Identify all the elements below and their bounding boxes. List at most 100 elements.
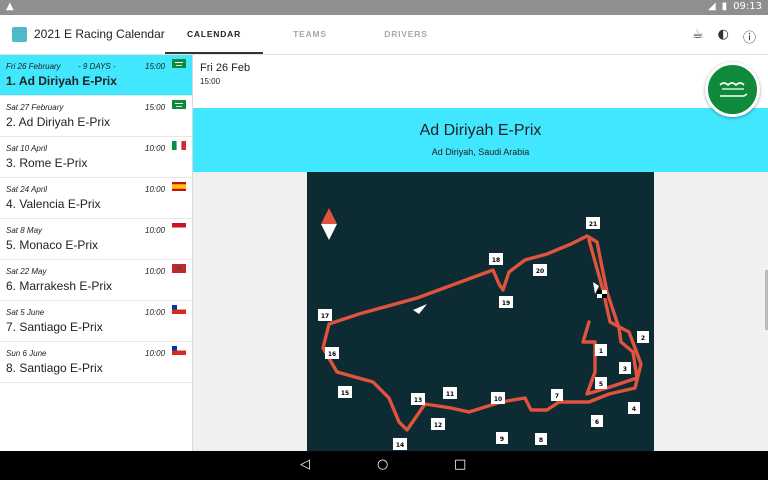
svg-text:17: 17 (321, 313, 329, 320)
status-bar: ▲ ◢ ▮ 09:13 (0, 0, 768, 15)
race-time: 10:00 (145, 308, 166, 317)
status-time: 09:13 (733, 1, 762, 12)
turn-11: 11 (443, 387, 457, 399)
tab-teams[interactable]: TEAMS (261, 29, 359, 39)
race-item-4[interactable]: Sat 24 April 10:00 4. Valencia E-Prix (0, 178, 192, 219)
race-time: 10:00 (145, 226, 166, 235)
race-item-2[interactable]: Sat 27 February 15:00 2. Ad Diriyah E-Pr… (0, 96, 192, 137)
turn-16: 16 (325, 347, 339, 359)
race-item-3[interactable]: Sat 10 April 10:00 3. Rome E-Prix (0, 137, 192, 178)
toolbar-actions: ☕ ◐ ⓘ (692, 27, 756, 46)
svg-text:2: 2 (641, 335, 645, 342)
flag-saudi-arabia-icon (705, 62, 760, 117)
svg-text:8: 8 (539, 437, 543, 444)
tab-calendar[interactable]: CALENDAR (165, 29, 263, 39)
race-item-7[interactable]: Sat 5 June 10:00 7. Santiago E-Prix (0, 301, 192, 342)
svg-text:14: 14 (396, 442, 404, 449)
race-date: Sat 10 April (6, 144, 48, 153)
race-item-1[interactable]: Fri 26 February - 9 DAYS - 15:00 1. Ad D… (0, 55, 192, 96)
race-date: Sun 6 June (6, 349, 47, 358)
turn-12: 12 (431, 418, 445, 430)
race-location: Ad Diriyah, Saudi Arabia (431, 147, 530, 157)
battery-icon: ▮ (721, 1, 728, 12)
detail-header: Fri 26 Feb 15:00 (193, 55, 768, 108)
status-icons: ◢ ▮ 09:13 (708, 1, 762, 12)
turn-17: 17 (318, 309, 332, 321)
race-time: 15:00 (145, 62, 166, 71)
race-date: Sat 27 February (6, 103, 64, 112)
tab-drivers[interactable]: DRIVERS (357, 29, 455, 39)
back-icon[interactable]: ◁ (300, 457, 310, 472)
race-list: Fri 26 February - 9 DAYS - 15:00 1. Ad D… (0, 55, 193, 451)
system-nav-bar: ◁ ○ □ (0, 451, 768, 480)
race-name: 4. Valencia E-Prix (6, 197, 101, 211)
svg-text:3: 3 (623, 366, 627, 373)
turn-9: 9 (496, 432, 508, 444)
turn-13: 13 (411, 393, 425, 405)
track-map: 1 2 3 4 5 6 7 8 9 10 11 12 13 14 15 16 1… (307, 172, 654, 451)
svg-text:10: 10 (494, 396, 502, 403)
race-date: Sat 22 May (6, 267, 47, 276)
race-time: 15:00 (145, 103, 166, 112)
race-date: Sat 8 May (6, 226, 43, 235)
flag-saudi-arabia-icon (172, 59, 186, 68)
svg-text:11: 11 (446, 391, 454, 398)
race-item-5[interactable]: Sat 8 May 10:00 5. Monaco E-Prix (0, 219, 192, 260)
race-name: 7. Santiago E-Prix (6, 320, 103, 334)
turn-8: 8 (535, 433, 547, 445)
theme-icon[interactable]: ◐ (718, 27, 729, 46)
turn-5: 5 (595, 377, 607, 389)
flag-chile-icon (172, 305, 186, 314)
tab-indicator (165, 52, 263, 54)
flag-spain-icon (172, 182, 186, 191)
turn-10: 10 (491, 392, 505, 404)
svg-text:4: 4 (632, 406, 636, 413)
detail-time: 15:00 (200, 77, 221, 86)
svg-text:21: 21 (589, 221, 597, 228)
race-countdown: - 9 DAYS - (78, 62, 116, 71)
svg-text:9: 9 (500, 436, 504, 443)
svg-text:1: 1 (599, 348, 603, 355)
svg-text:18: 18 (492, 257, 500, 264)
race-time: 10:00 (145, 144, 166, 153)
coffee-icon[interactable]: ☕ (692, 27, 704, 46)
recents-icon[interactable]: □ (454, 457, 466, 472)
race-name: 1. Ad Diriyah E-Prix (6, 74, 117, 88)
app-bar: 2021 E Racing Calendar CALENDAR TEAMS DR… (0, 15, 768, 55)
turn-3: 3 (619, 362, 631, 374)
race-date: Sat 5 June (6, 308, 45, 317)
svg-text:12: 12 (434, 422, 442, 429)
race-item-8[interactable]: Sun 6 June 10:00 8. Santiago E-Prix (0, 342, 192, 383)
app-logo-icon (12, 27, 27, 42)
flag-monaco-icon (172, 223, 186, 232)
svg-text:20: 20 (536, 268, 544, 275)
race-banner: Ad Diriyah E-Prix Ad Diriyah, Saudi Arab… (193, 108, 768, 172)
app-title: 2021 E Racing Calendar (34, 27, 165, 41)
svg-text:6: 6 (595, 419, 599, 426)
turn-18: 18 (489, 253, 503, 265)
turn-2: 2 (637, 331, 649, 343)
svg-text:15: 15 (341, 390, 349, 397)
flag-italy-icon (172, 141, 186, 150)
race-date: Fri 26 February (6, 62, 61, 71)
race-name: 6. Marrakesh E-Prix (6, 279, 113, 293)
detail-date: Fri 26 Feb (200, 62, 251, 74)
svg-text:7: 7 (555, 393, 559, 400)
race-detail: Fri 26 Feb 15:00 Ad Diriyah E-Prix Ad Di… (193, 55, 768, 451)
race-time: 10:00 (145, 185, 166, 194)
home-icon[interactable]: ○ (377, 457, 388, 472)
race-name: 3. Rome E-Prix (6, 156, 88, 170)
turn-21: 21 (586, 217, 600, 229)
turn-19: 19 (499, 296, 513, 308)
race-title: Ad Diriyah E-Prix (419, 122, 542, 139)
race-item-6[interactable]: Sat 22 May 10:00 6. Marrakesh E-Prix (0, 260, 192, 301)
race-name: 8. Santiago E-Prix (6, 361, 103, 375)
warning-icon: ▲ (6, 1, 14, 12)
turn-6: 6 (591, 415, 603, 427)
turn-7: 7 (551, 389, 563, 401)
info-icon[interactable]: ⓘ (743, 27, 756, 46)
svg-text:5: 5 (599, 381, 603, 388)
turn-20: 20 (533, 264, 547, 276)
flag-morocco-icon (172, 264, 186, 273)
race-date: Sat 24 April (6, 185, 48, 194)
